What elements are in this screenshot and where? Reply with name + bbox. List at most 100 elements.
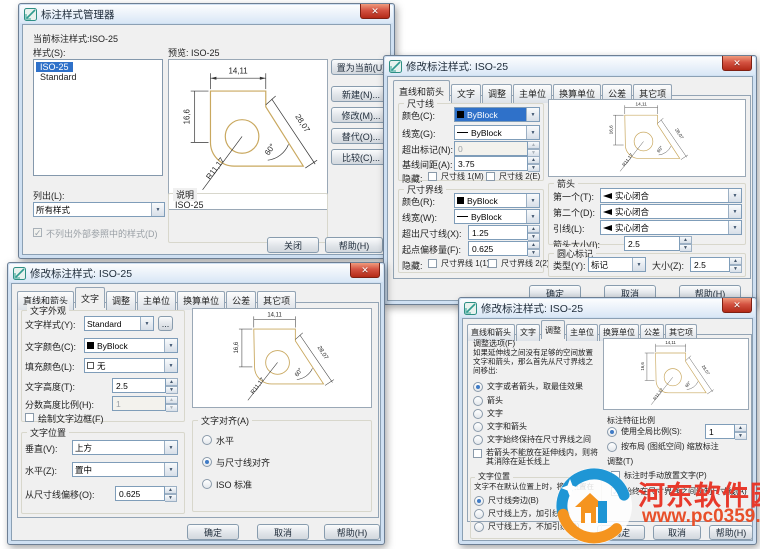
offset-from-dimline-spinner[interactable]: 0.625 ▲ ▼ xyxy=(115,486,177,502)
hide-xref-checkbox[interactable]: ✓ 不列出外部参照中的样式(D) xyxy=(33,227,158,240)
up-down-triangles-icon[interactable]: ▲ ▼ xyxy=(680,236,692,252)
chevron-down-icon[interactable]: ▼ xyxy=(526,126,539,139)
titlebar[interactable]: 标注样式管理器 xyxy=(20,5,393,23)
chevron-down-icon[interactable]: ▼ xyxy=(164,339,177,352)
up-down-triangles-icon[interactable]: ▲ ▼ xyxy=(528,241,540,257)
help-button[interactable]: 帮助(H) xyxy=(324,524,380,540)
up-down-triangles-icon[interactable]: ▲ ▼ xyxy=(735,424,747,440)
checkbox-icon[interactable] xyxy=(488,259,497,268)
align-iso-radio[interactable]: ISO 标准 xyxy=(202,478,252,491)
close-icon[interactable]: ✕ xyxy=(722,56,752,71)
scale-global-radio[interactable]: 使用全局比例(S): xyxy=(607,426,682,437)
set-current-button[interactable]: 置为当前(U) xyxy=(331,59,391,75)
ext-line-lineweight-select[interactable]: ByBlock ▼ xyxy=(454,209,540,224)
tab[interactable]: 主单位 xyxy=(513,84,553,103)
radio-selected-icon[interactable] xyxy=(474,496,484,506)
chevron-down-icon[interactable]: ▼ xyxy=(140,317,153,330)
suppress-ext-line2-checkbox[interactable]: 尺寸界线 2(2) xyxy=(488,258,549,269)
vertical-select[interactable]: 上方 ▼ xyxy=(72,440,178,455)
spinner-value[interactable]: 0.625 xyxy=(468,241,528,256)
dim-line-color-select[interactable]: ByBlock ▼ xyxy=(454,107,540,122)
spinner-value[interactable]: 0.625 xyxy=(115,486,165,501)
radio-icon[interactable] xyxy=(474,509,484,519)
radio-selected-icon[interactable] xyxy=(473,382,483,392)
radio-icon[interactable] xyxy=(202,479,212,489)
suppress-ext-line1-checkbox[interactable]: 尺寸界线 1(1) xyxy=(428,258,489,269)
list-filter-select[interactable]: 所有样式 ▼ xyxy=(33,202,165,217)
tab[interactable]: 主单位 xyxy=(137,291,177,310)
cancel-button[interactable]: 取消 xyxy=(257,524,309,540)
leader-arrow-select[interactable]: 实心闭合 ▼ xyxy=(600,220,742,235)
chevron-down-icon[interactable]: ▼ xyxy=(164,441,177,454)
chevron-down-icon[interactable]: ▼ xyxy=(164,359,177,372)
tab[interactable]: 调整 xyxy=(541,320,565,339)
horizontal-select[interactable]: 置中 ▼ xyxy=(72,462,178,477)
compare-button[interactable]: 比较(C)... xyxy=(331,149,391,165)
text-height-spinner[interactable]: 2.5 ▲ ▼ xyxy=(112,378,178,394)
radio-icon[interactable] xyxy=(473,435,483,445)
titlebar[interactable]: 修改标注样式: ISO-25 xyxy=(9,264,383,282)
radio-selected-icon[interactable] xyxy=(607,427,617,437)
tab[interactable]: 文字 xyxy=(75,287,106,308)
spinner-value[interactable]: 1 xyxy=(705,424,735,439)
chevron-down-icon[interactable]: ▼ xyxy=(728,221,741,234)
chevron-down-icon[interactable]: ▼ xyxy=(728,205,741,218)
up-down-triangles-icon[interactable]: ▲ ▼ xyxy=(166,378,178,394)
checkbox-icon[interactable] xyxy=(25,413,34,422)
up-down-triangles-icon[interactable]: ▲ ▼ xyxy=(528,141,540,157)
fill-color-select[interactable]: 无 ▼ xyxy=(84,358,178,373)
radio-icon[interactable] xyxy=(473,422,483,432)
baseline-spacing-spinner[interactable]: 3.75 ▲ ▼ xyxy=(454,156,540,172)
help-button[interactable]: 帮助(H) xyxy=(325,237,383,253)
tab-strip[interactable]: 直线和箭头 文字 调整 主单位 换算单位 公差 其它项 xyxy=(467,320,698,341)
scale-layout-radio[interactable]: 按布局 (图纸空间) 缩放标注 xyxy=(607,441,719,452)
spinner-value[interactable]: 3.75 xyxy=(454,156,528,171)
ext-line-color-select[interactable]: ByBlock ▼ xyxy=(454,193,540,208)
spinner-value[interactable]: 1.25 xyxy=(468,225,528,240)
chevron-down-icon[interactable]: ▼ xyxy=(728,189,741,202)
second-arrow-select[interactable]: 实心闭合 ▼ xyxy=(600,204,742,219)
tab[interactable]: 文字 xyxy=(516,324,540,341)
global-scale-spinner[interactable]: 1 ▲ ▼ xyxy=(705,424,747,440)
arrow-size-spinner[interactable]: 2.5 ▲ ▼ xyxy=(624,236,692,252)
origin-offset-spinner[interactable]: 0.625 ▲ ▼ xyxy=(468,241,540,257)
radio-icon[interactable] xyxy=(607,442,617,452)
tab[interactable]: 主单位 xyxy=(566,324,598,341)
align-horizontal-radio[interactable]: 水平 xyxy=(202,434,234,447)
radio-icon[interactable] xyxy=(202,435,212,445)
tab[interactable]: 调整 xyxy=(106,291,137,310)
fit-arrows-radio[interactable]: 箭头 xyxy=(473,395,503,406)
chevron-down-icon[interactable]: ▼ xyxy=(632,258,645,271)
styles-listbox[interactable]: ISO-25 Standard xyxy=(33,59,163,176)
up-down-triangles-icon[interactable]: ▲ ▼ xyxy=(165,486,177,502)
up-down-triangles-icon[interactable]: ▲ ▼ xyxy=(528,225,540,241)
radio-icon[interactable] xyxy=(473,409,483,419)
tab[interactable]: 调整 xyxy=(482,84,513,103)
text-style-browse-button[interactable]: ... xyxy=(158,316,173,331)
checkbox-icon[interactable] xyxy=(428,172,437,181)
close-icon[interactable]: ✕ xyxy=(350,263,380,278)
center-mark-type-select[interactable]: 标记 ▼ xyxy=(588,257,646,272)
spinner-value[interactable]: 2.5 xyxy=(624,236,680,251)
close-button[interactable]: 关闭 xyxy=(267,237,319,253)
extend-ticks-spinner[interactable]: 0 ▲ ▼ xyxy=(454,141,540,157)
style-list-item[interactable]: Standard xyxy=(36,72,81,82)
titlebar[interactable]: 修改标注样式: ISO-25 xyxy=(460,299,755,317)
radio-icon[interactable] xyxy=(474,522,484,532)
style-list-item[interactable]: ISO-25 xyxy=(36,62,73,72)
checkbox-icon[interactable] xyxy=(473,449,482,458)
ok-button[interactable]: 确定 xyxy=(187,524,239,540)
radio-selected-icon[interactable] xyxy=(202,457,212,467)
center-mark-size-spinner[interactable]: 2.5 ▲ ▼ xyxy=(690,257,742,273)
chevron-down-icon[interactable]: ▼ xyxy=(526,194,539,207)
chevron-down-icon[interactable]: ▼ xyxy=(164,463,177,476)
spinner-value[interactable]: 2.5 xyxy=(690,257,730,272)
new-button[interactable]: 新建(N)... xyxy=(331,86,391,102)
close-icon[interactable]: ✕ xyxy=(360,4,390,19)
fit-both-radio[interactable]: 文字和箭头 xyxy=(473,421,527,432)
tab[interactable]: 文字 xyxy=(451,84,482,103)
fit-text-radio[interactable]: 文字 xyxy=(473,408,503,419)
chevron-down-icon[interactable]: ▼ xyxy=(151,203,164,216)
align-with-dimline-radio[interactable]: 与尺寸线对齐 xyxy=(202,456,270,469)
titlebar[interactable]: 修改标注样式: ISO-25 xyxy=(385,57,755,75)
